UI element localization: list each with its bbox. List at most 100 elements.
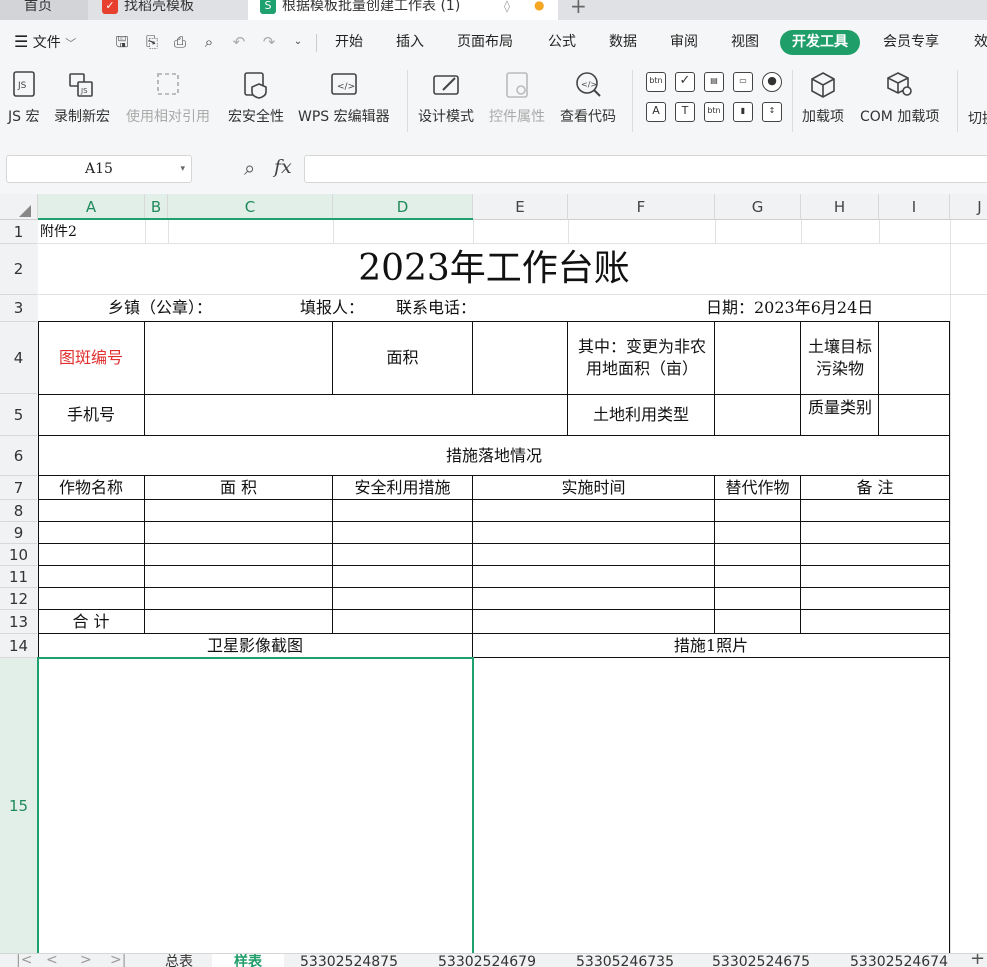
col-header-j[interactable]: J	[950, 194, 987, 220]
add-sheet-icon[interactable]: +	[970, 954, 985, 967]
scrollbar-control-icon[interactable]: ▮	[733, 102, 753, 122]
checkbox-control-icon[interactable]: ✓	[675, 72, 695, 92]
tab-page-layout[interactable]: 页面布局	[457, 20, 513, 64]
cell-photo1[interactable]: 措施1照片	[473, 634, 949, 657]
row-header-8[interactable]: 8	[0, 500, 37, 522]
tab-review[interactable]: 审阅	[670, 20, 698, 64]
tab-home-ribbon[interactable]: 开始	[335, 20, 363, 64]
cell-filler[interactable]: 填报人：	[300, 294, 380, 321]
tab-spreadsheet[interactable]: S 根据模板批量创建工作表 (1) ◊ ●	[248, 0, 558, 20]
cell-changed-area[interactable]: 其中：变更为非农用地面积（亩）	[572, 322, 712, 394]
zoom-search-icon[interactable]: ⌕	[244, 156, 255, 180]
button-control-icon[interactable]: btn	[646, 72, 666, 92]
js-macro-button[interactable]: JS JS 宏	[8, 70, 39, 126]
col-header-g[interactable]: G	[715, 194, 801, 220]
redo-icon[interactable]: ↷	[259, 32, 279, 52]
cell-a1[interactable]: 附件2	[40, 220, 140, 243]
com-addins-button[interactable]: COM 加载项	[860, 70, 939, 126]
cell-phone[interactable]: 联系电话：	[396, 294, 496, 321]
sheet-tab-6[interactable]: 53302524675	[712, 954, 810, 967]
addins-button[interactable]: 加载项	[802, 70, 844, 126]
header-crop-name[interactable]: 作物名称	[38, 476, 144, 499]
wps-macro-editor-button[interactable]: </> WPS 宏编辑器	[298, 70, 390, 126]
cell-total[interactable]: 合 计	[38, 610, 144, 633]
sheet-tab-7[interactable]: 53302524674	[850, 954, 948, 967]
sheet-tab-5[interactable]: 53305246735	[576, 954, 674, 967]
pin-icon[interactable]: ◊	[504, 0, 510, 20]
header-safety-measures[interactable]: 安全利用措施	[333, 476, 472, 499]
cell-area[interactable]: 面积	[333, 322, 472, 394]
tab-docer[interactable]: ✓ 找稻壳模板	[88, 0, 246, 20]
col-header-f[interactable]: F	[568, 194, 715, 220]
cell-date[interactable]: 日期：2023年6月24日	[706, 294, 906, 321]
row-header-13[interactable]: 13	[0, 610, 37, 634]
sheet-tab-summary[interactable]: 总表	[165, 954, 193, 967]
col-header-i[interactable]: I	[879, 194, 950, 220]
header-remarks[interactable]: 备 注	[801, 476, 949, 499]
prev-sheet-icon[interactable]: <	[46, 954, 58, 967]
cell-soil-target[interactable]: 土壤目标污染物	[806, 322, 874, 394]
row-header-6[interactable]: 6	[0, 436, 37, 476]
combobox-control-icon[interactable]: ▤	[704, 72, 724, 92]
col-header-e[interactable]: E	[473, 194, 568, 220]
row-header-11[interactable]: 11	[0, 566, 37, 588]
tab-formulas[interactable]: 公式	[548, 20, 576, 64]
design-mode-button[interactable]: 设计模式	[418, 70, 474, 126]
cell-satellite[interactable]: 卫星影像截图	[38, 634, 472, 657]
row-header-7[interactable]: 7	[0, 476, 37, 500]
row-header-10[interactable]: 10	[0, 544, 37, 566]
sheet-tab-4[interactable]: 53302524679	[438, 954, 536, 967]
record-macro-button[interactable]: JS 录制新宏	[54, 70, 110, 126]
name-box-dropdown-icon[interactable]: ▾	[180, 156, 185, 182]
last-sheet-icon[interactable]: >|	[110, 954, 126, 967]
row-header-3[interactable]: 3	[0, 295, 37, 322]
tab-efficiency[interactable]: 效	[974, 20, 987, 64]
save-icon[interactable]: 🖫	[112, 32, 132, 52]
row-header-15[interactable]: 15	[0, 658, 37, 953]
col-header-b[interactable]: B	[145, 194, 168, 220]
print-preview-icon[interactable]: ⌕	[199, 32, 219, 52]
print-icon[interactable]: ⎙	[170, 32, 190, 52]
row-header-4[interactable]: 4	[0, 322, 37, 394]
listbox-control-icon[interactable]: ▭	[733, 72, 753, 92]
tab-view[interactable]: 视图	[731, 20, 759, 64]
col-header-h[interactable]: H	[801, 194, 879, 220]
cell-mobile[interactable]: 手机号	[38, 395, 144, 435]
toggle-button-control-icon[interactable]: btn	[704, 102, 724, 122]
cell-town[interactable]: 乡镇（公章）：	[108, 294, 238, 321]
tab-member[interactable]: 会员专享	[883, 20, 939, 64]
textbox-control-icon[interactable]: T	[675, 102, 695, 122]
cell-measures[interactable]: 措施落地情况	[38, 436, 950, 475]
new-tab-icon[interactable]: +	[570, 0, 587, 20]
macro-security-button[interactable]: 宏安全性	[228, 70, 284, 126]
sheet-tab-3[interactable]: 53302524875	[300, 954, 398, 967]
row-header-14[interactable]: 14	[0, 634, 37, 658]
formula-input[interactable]	[304, 155, 987, 183]
tab-home[interactable]: 首页	[0, 0, 88, 20]
file-menu[interactable]: ☰ 文件 ﹀	[14, 20, 76, 64]
header-impl-time[interactable]: 实施时间	[473, 476, 714, 499]
relative-ref-button[interactable]: 使用相对引用	[126, 70, 210, 126]
col-header-c[interactable]: C	[168, 194, 333, 220]
next-sheet-icon[interactable]: >	[80, 954, 92, 967]
view-code-button[interactable]: </> 查看代码	[560, 70, 616, 126]
control-props-button[interactable]: 控件属性	[489, 70, 545, 126]
switch-button[interactable]: 切换	[968, 108, 987, 128]
row-header-1[interactable]: 1	[0, 220, 37, 244]
customize-chevron-icon[interactable]: ⌄	[288, 32, 308, 52]
export-icon[interactable]: ⎘	[142, 32, 162, 52]
row-header-5[interactable]: 5	[0, 394, 37, 436]
name-box[interactable]: A15 ▾	[6, 155, 192, 183]
col-header-d[interactable]: D	[333, 194, 473, 220]
row-header-9[interactable]: 9	[0, 522, 37, 544]
radio-control-icon[interactable]: ●	[762, 72, 782, 92]
spin-control-icon[interactable]: ↕	[762, 102, 782, 122]
col-header-a[interactable]: A	[38, 194, 145, 220]
row-header-2[interactable]: 2	[0, 244, 37, 295]
cell-photo1-area[interactable]	[473, 658, 949, 953]
cell-patch-no[interactable]: 图斑编号	[38, 322, 144, 394]
tab-data[interactable]: 数据	[609, 20, 637, 64]
sheet-tab-sample[interactable]: 样表	[212, 954, 284, 967]
first-sheet-icon[interactable]: |<	[16, 954, 32, 967]
cell-quality-class[interactable]: 质量类别	[804, 395, 876, 435]
